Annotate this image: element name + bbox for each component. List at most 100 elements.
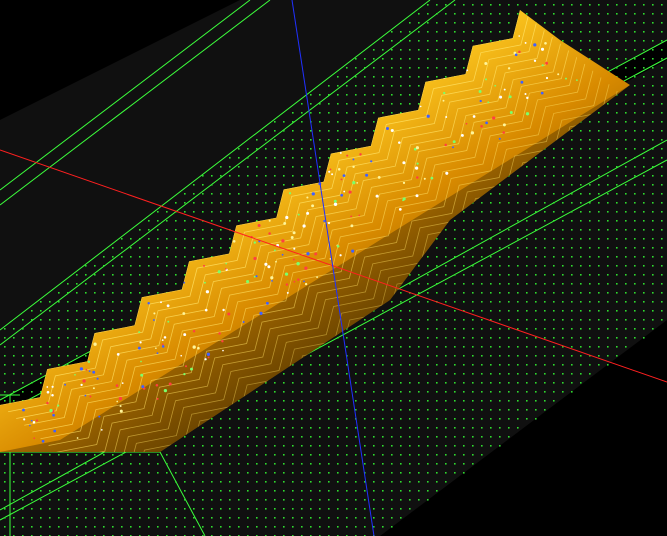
- toolpath-point: [31, 481, 33, 483]
- toolpath-point: [607, 211, 609, 213]
- toolpath-point: [76, 310, 78, 312]
- toolpath-point: [112, 499, 114, 501]
- toolpath-point: [328, 409, 330, 411]
- surface-marker: [442, 99, 445, 102]
- toolpath-point: [76, 346, 78, 348]
- toolpath-point: [130, 481, 132, 483]
- toolpath-point: [22, 337, 24, 339]
- toolpath-point: [265, 499, 267, 501]
- toolpath-point: [112, 301, 114, 303]
- toolpath-point: [436, 481, 438, 483]
- toolpath-point: [643, 94, 645, 96]
- toolpath-point: [607, 229, 609, 231]
- toolpath-point: [229, 211, 231, 213]
- toolpath-point: [292, 427, 294, 429]
- toolpath-point: [121, 454, 123, 456]
- toolpath-point: [184, 481, 186, 483]
- surface-marker: [98, 415, 101, 418]
- toolpath-point: [247, 400, 249, 402]
- toolpath-point: [220, 499, 222, 501]
- toolpath-point: [310, 454, 312, 456]
- toolpath-point: [310, 508, 312, 510]
- toolpath-point: [382, 67, 384, 69]
- toolpath-point: [274, 427, 276, 429]
- toolpath-point: [364, 58, 366, 60]
- toolpath-point: [490, 211, 492, 213]
- toolpath-point: [130, 463, 132, 465]
- toolpath-point: [463, 247, 465, 249]
- toolpath-point: [391, 337, 393, 339]
- toolpath-point: [85, 328, 87, 330]
- toolpath-point: [283, 526, 285, 528]
- toolpath-point: [220, 427, 222, 429]
- toolpath-point: [382, 526, 384, 528]
- toolpath-point: [652, 229, 654, 231]
- surface-marker: [160, 301, 162, 304]
- surface-marker: [487, 101, 490, 104]
- toolpath-point: [40, 481, 42, 483]
- toolpath-point: [643, 40, 645, 42]
- toolpath-point: [625, 148, 627, 150]
- toolpath-point: [49, 355, 51, 357]
- toolpath-point: [463, 274, 465, 276]
- scene-canvas[interactable]: [0, 0, 667, 536]
- toolpath-point: [211, 445, 213, 447]
- toolpath-point: [589, 130, 591, 132]
- surface-marker: [350, 215, 353, 218]
- toolpath-point: [562, 22, 564, 24]
- surface-marker: [51, 394, 54, 397]
- toolpath-point: [283, 472, 285, 474]
- toolpath-point: [409, 346, 411, 348]
- toolpath-point: [85, 346, 87, 348]
- toolpath-point: [301, 184, 303, 186]
- toolpath-point: [562, 283, 564, 285]
- toolpath-point: [616, 49, 618, 51]
- toolpath-point: [355, 112, 357, 114]
- toolpath-point: [274, 508, 276, 510]
- toolpath-point: [166, 508, 168, 510]
- toolpath-point: [373, 67, 375, 69]
- toolpath-point: [184, 517, 186, 519]
- surface-marker: [192, 329, 196, 333]
- surface-marker: [524, 92, 527, 96]
- toolpath-point: [283, 508, 285, 510]
- toolpath-point: [652, 310, 654, 312]
- toolpath-point: [553, 202, 555, 204]
- toolpath-point: [616, 13, 618, 15]
- toolpath-point: [535, 220, 537, 222]
- toolpath-point: [544, 229, 546, 231]
- toolpath-point: [598, 148, 600, 150]
- toolpath-point: [22, 319, 24, 321]
- 3d-viewport[interactable]: [0, 0, 667, 536]
- surface-marker: [286, 291, 289, 294]
- toolpath-point: [211, 499, 213, 501]
- toolpath-point: [535, 328, 537, 330]
- toolpath-point: [652, 40, 654, 42]
- toolpath-point: [391, 499, 393, 501]
- surface-marker: [480, 125, 483, 128]
- toolpath-point: [445, 238, 447, 240]
- toolpath-point: [481, 373, 483, 375]
- toolpath-point: [382, 355, 384, 357]
- surface-marker: [140, 373, 144, 377]
- toolpath-point: [490, 391, 492, 393]
- toolpath-point: [562, 40, 564, 42]
- toolpath-point: [463, 418, 465, 420]
- toolpath-point: [148, 274, 150, 276]
- toolpath-point: [274, 517, 276, 519]
- toolpath-point: [553, 193, 555, 195]
- surface-marker: [182, 312, 186, 315]
- toolpath-point: [364, 373, 366, 375]
- toolpath-point: [490, 418, 492, 420]
- toolpath-point: [274, 211, 276, 213]
- toolpath-point: [625, 130, 627, 132]
- toolpath-point: [661, 67, 663, 69]
- toolpath-point: [373, 490, 375, 492]
- toolpath-point: [94, 526, 96, 528]
- surface-marker: [398, 208, 402, 211]
- toolpath-point: [436, 22, 438, 24]
- toolpath-point: [409, 355, 411, 357]
- toolpath-point: [544, 337, 546, 339]
- toolpath-point: [166, 220, 168, 222]
- toolpath-point: [364, 427, 366, 429]
